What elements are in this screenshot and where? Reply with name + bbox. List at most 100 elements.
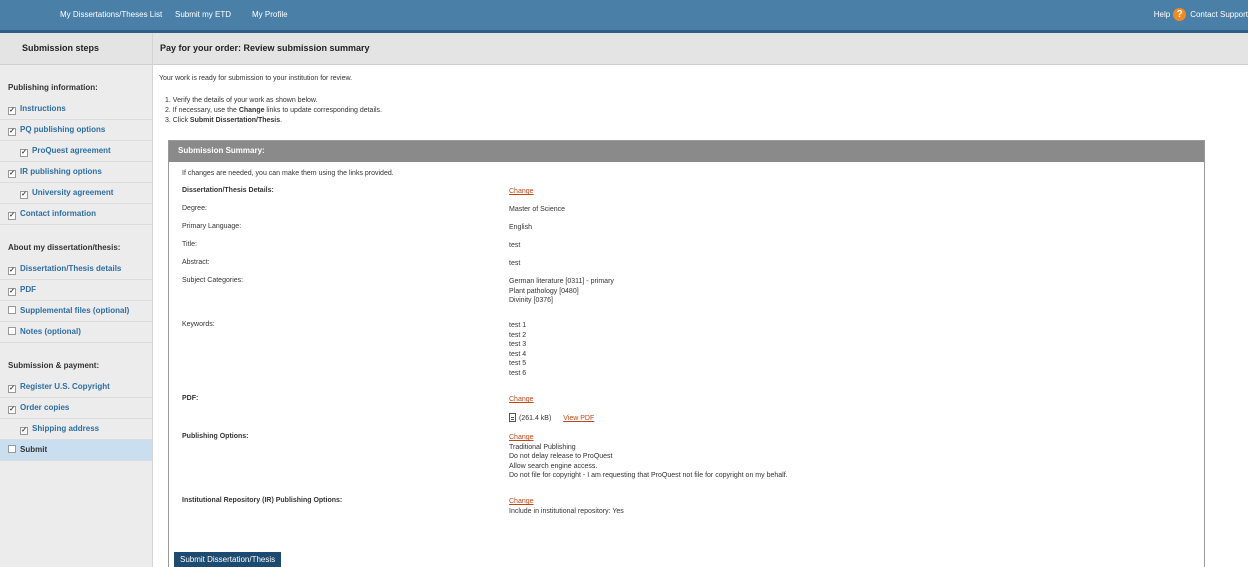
sidebar-item-label: Register U.S. Copyright — [20, 382, 110, 391]
sidebar-item-label: Submit — [20, 445, 48, 454]
sidebar-item-order-copies[interactable]: ✓ Order copies — [0, 398, 152, 419]
submission-steps-sidebar: Submission steps Publishing information:… — [0, 33, 153, 567]
sidebar-item-supplemental-files[interactable]: Supplemental files (optional) — [0, 301, 152, 322]
checked-checkbox-icon: ✓ — [8, 267, 16, 275]
checked-checkbox-icon: ✓ — [20, 427, 28, 435]
abstract-value: test — [509, 260, 521, 267]
degree-label: Degree: — [182, 205, 207, 212]
sidebar-item-label: ProQuest agreement — [32, 146, 111, 155]
sidebar-group-publishing: Publishing information: — [8, 83, 98, 92]
step-1: 1. Verify the details of your work as sh… — [165, 97, 318, 104]
sidebar-item-label: Shipping address — [32, 424, 100, 433]
subjects-label: Subject Categories: — [182, 277, 244, 284]
sidebar-item-pq-publishing-options[interactable]: ✓ PQ publishing options — [0, 120, 152, 141]
pdf-file-icon — [509, 412, 516, 422]
pdf-file-line: (261.4 kB) View PDF — [509, 412, 594, 424]
sidebar-item-label: Dissertation/Thesis details — [20, 264, 122, 273]
top-navigation-bar: My Dissertations/Theses List Submit my E… — [0, 0, 1248, 33]
publishing-option: Do not file for copyright - I am request… — [509, 472, 788, 479]
title-label: Title: — [182, 241, 197, 248]
sidebar-group-submission: Submission & payment: — [8, 361, 100, 370]
step-3: 3. Click Submit Dissertation/Thesis. — [165, 116, 382, 126]
sidebar-item-thesis-details[interactable]: ✓ Dissertation/Thesis details — [0, 259, 152, 280]
summary-note: If changes are needed, you can make them… — [182, 170, 394, 177]
abstract-label: Abstract: — [182, 259, 210, 266]
step-2-bold: Change — [238, 107, 265, 114]
title-value: test — [509, 242, 521, 249]
unchecked-checkbox-icon — [8, 445, 16, 453]
details-label: Dissertation/Thesis Details: — [182, 187, 274, 194]
checked-checkbox-icon: ✓ — [8, 406, 16, 414]
change-ir-link[interactable]: Change — [509, 498, 534, 505]
sidebar-item-label: PQ publishing options — [20, 125, 106, 134]
sidebar-item-label: IR publishing options — [20, 167, 102, 176]
keyword: test 5 — [509, 360, 527, 367]
checked-checkbox-icon: ✓ — [20, 149, 28, 157]
step-3-bold: Submit Dissertation/Thesis — [189, 117, 281, 124]
sidebar-item-label: University agreement — [32, 188, 114, 197]
language-label: Primary Language: — [182, 223, 242, 230]
step-3-text-end: . — [280, 117, 283, 124]
unchecked-checkbox-icon — [8, 327, 16, 335]
sidebar-item-label: Instructions — [20, 104, 66, 113]
change-pdf-link[interactable]: Change — [509, 396, 534, 403]
help-area: Help? Contact Support — [1154, 0, 1248, 30]
sidebar-item-submit[interactable]: Submit — [0, 440, 152, 461]
sidebar-item-shipping-address[interactable]: ✓ Shipping address — [0, 419, 152, 440]
subject-category: Plant pathology [0480] — [509, 287, 579, 295]
sidebar-item-notes[interactable]: Notes (optional) — [0, 322, 152, 343]
help-question-icon[interactable]: ? — [1173, 8, 1187, 22]
help-link[interactable]: Help — [1154, 10, 1170, 19]
change-details-link[interactable]: Change — [509, 188, 534, 195]
sidebar-item-label: Contact information — [20, 209, 96, 218]
keyword: test 1 — [509, 322, 527, 329]
sidebar-item-register-copyright[interactable]: ✓ Register U.S. Copyright — [0, 377, 152, 398]
ir-option: Include in institutional repository: Yes — [509, 507, 624, 515]
language-value: English — [509, 224, 532, 231]
step-2-text: 2. If necessary, use the — [165, 107, 239, 114]
instruction-steps: 1. Verify the details of your work as sh… — [165, 96, 382, 126]
nav-submit-etd-link[interactable]: Submit my ETD — [175, 0, 231, 30]
checked-checkbox-icon: ✓ — [8, 170, 16, 178]
step-2-text-end: links to update corresponding details. — [264, 107, 383, 114]
keyword: test 2 — [509, 331, 527, 339]
sidebar-item-contact-information[interactable]: ✓ Contact information — [0, 204, 152, 225]
sidebar-item-pdf[interactable]: ✓ PDF — [0, 280, 152, 301]
nav-my-profile-link[interactable]: My Profile — [252, 0, 288, 30]
summary-header: Submission Summary: — [169, 141, 1204, 162]
publishing-option: Do not delay release to ProQuest — [509, 453, 613, 460]
checked-checkbox-icon: ✓ — [8, 128, 16, 136]
keyword: test 3 — [509, 341, 527, 348]
subject-category: German literature [0311] - primary — [509, 278, 614, 285]
checked-checkbox-icon: ✓ — [8, 107, 16, 115]
sidebar-item-instructions[interactable]: ✓ Instructions — [0, 99, 152, 120]
pdf-size: (261.4 kB) — [519, 414, 552, 422]
sidebar-item-label: Order copies — [20, 403, 70, 412]
sidebar-item-ir-publishing-options[interactable]: ✓ IR publishing options — [0, 162, 152, 183]
degree-value: Master of Science — [509, 206, 566, 213]
publishing-option: Traditional Publishing — [509, 443, 576, 451]
sidebar-item-label: Supplemental files (optional) — [20, 306, 130, 315]
sidebar-item-proquest-agreement[interactable]: ✓ ProQuest agreement — [0, 141, 152, 162]
page-title: Pay for your order: Review submission su… — [153, 33, 1248, 65]
checked-checkbox-icon: ✓ — [20, 191, 28, 199]
pdf-label: PDF: — [182, 395, 199, 402]
step-3-text: 3. Click — [165, 117, 190, 124]
change-publishing-link[interactable]: Change — [509, 434, 534, 441]
subject-category: Divinity [0376] — [509, 297, 553, 304]
keywords-label: Keywords: — [182, 321, 215, 328]
intro-text: Your work is ready for submission to you… — [159, 75, 353, 82]
submission-summary-panel: Submission Summary: If changes are neede… — [168, 140, 1205, 567]
view-pdf-link[interactable]: View PDF — [563, 415, 594, 422]
publishing-options-label: Publishing Options: — [182, 433, 249, 440]
sidebar-item-label: PDF — [20, 285, 36, 294]
sidebar-item-label: Notes (optional) — [20, 327, 81, 336]
contact-support-link[interactable]: Contact Support — [1190, 10, 1248, 19]
unchecked-checkbox-icon — [8, 306, 16, 314]
sidebar-group-about: About my dissertation/thesis: — [8, 243, 121, 252]
nav-my-dissertations-link[interactable]: My Dissertations/Theses List — [60, 0, 162, 30]
publishing-option: Allow search engine access. — [509, 462, 598, 470]
sidebar-item-university-agreement[interactable]: ✓ University agreement — [0, 183, 152, 204]
main-content: Pay for your order: Review submission su… — [153, 33, 1248, 567]
submit-thesis-button[interactable]: Submit Dissertation/Thesis — [174, 552, 282, 567]
